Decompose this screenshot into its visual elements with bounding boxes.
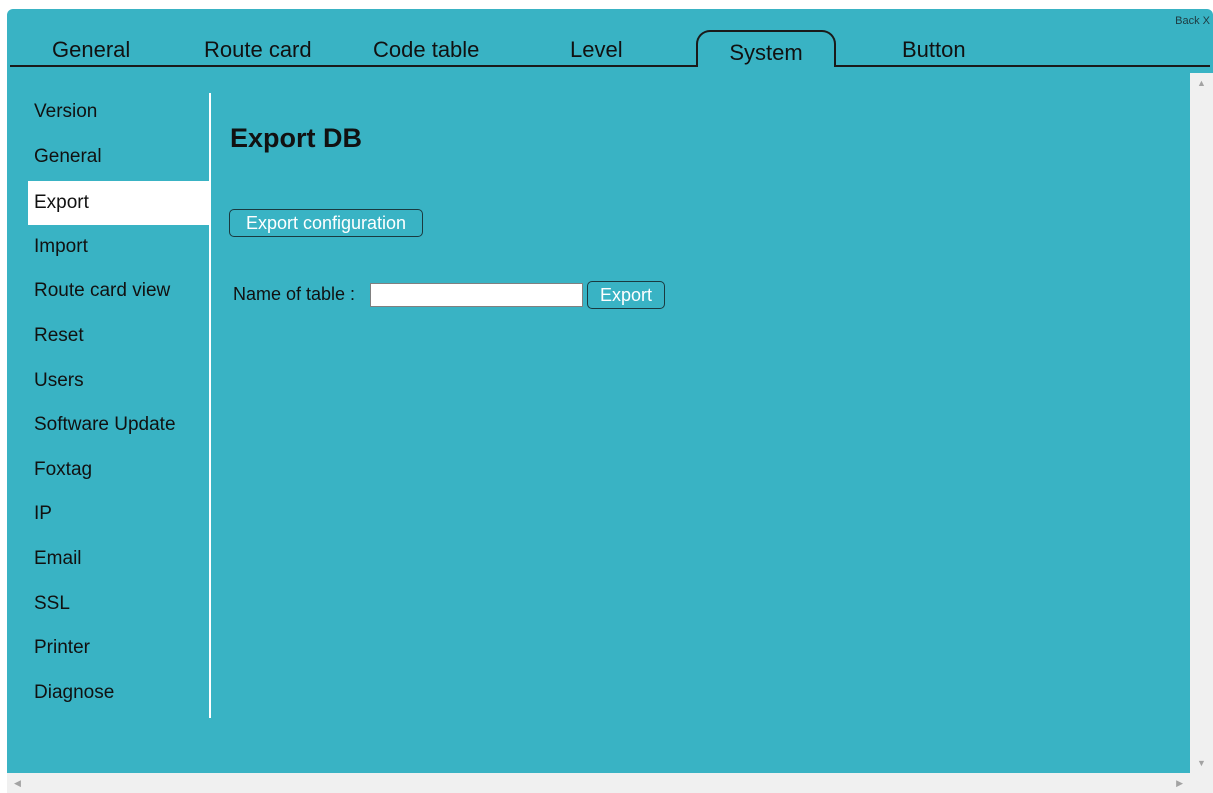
sidebar-divider xyxy=(209,93,211,718)
sidebar-item-printer[interactable]: Printer xyxy=(28,626,209,670)
triangle-up-icon[interactable]: ▲ xyxy=(1197,78,1206,88)
triangle-down-icon[interactable]: ▼ xyxy=(1197,758,1206,768)
tab-general[interactable]: General xyxy=(52,37,130,63)
sidebar-item-users[interactable]: Users xyxy=(28,359,209,403)
triangle-left-icon[interactable]: ◀ xyxy=(14,778,21,789)
sidebar-item-general[interactable]: General xyxy=(28,135,209,179)
horizontal-scrollbar[interactable]: ◀ ▶ xyxy=(7,773,1213,793)
settings-window: Back X General Route card Code table Lev… xyxy=(7,9,1213,793)
table-name-input[interactable] xyxy=(370,283,583,307)
sidebar-item-foxtag[interactable]: Foxtag xyxy=(28,448,209,492)
export-configuration-button[interactable]: Export configuration xyxy=(229,209,423,237)
sidebar-item-ssl[interactable]: SSL xyxy=(28,582,209,626)
page-title: Export DB xyxy=(230,123,363,153)
export-button[interactable]: Export xyxy=(587,281,665,309)
sidebar-item-route-card-view[interactable]: Route card view xyxy=(28,269,209,313)
tab-level[interactable]: Level xyxy=(570,37,623,63)
tab-route-card[interactable]: Route card xyxy=(204,37,312,63)
tab-code-table[interactable]: Code table xyxy=(373,37,479,63)
sidebar-item-diagnose[interactable]: Diagnose xyxy=(28,671,209,715)
sidebar-item-software-update[interactable]: Software Update xyxy=(28,403,209,447)
tab-button[interactable]: Button xyxy=(902,37,966,63)
sidebar-item-version[interactable]: Version xyxy=(28,90,209,134)
tab-system[interactable]: System xyxy=(696,30,836,67)
back-close-button[interactable]: Back X xyxy=(1175,15,1210,27)
sidebar-item-import[interactable]: Import xyxy=(28,225,209,269)
tab-bar: General Route card Code table Level Syst… xyxy=(7,9,1213,67)
sidebar-item-email[interactable]: Email xyxy=(28,537,209,581)
vertical-scrollbar[interactable]: ▲ ▼ xyxy=(1190,73,1213,773)
sidebar-item-ip[interactable]: IP xyxy=(28,492,209,536)
sidebar-item-export[interactable]: Export xyxy=(28,181,209,225)
tab-underline xyxy=(10,65,1210,67)
table-name-label: Name of table : xyxy=(233,284,356,304)
triangle-right-icon[interactable]: ▶ xyxy=(1176,778,1183,789)
content-area: Version General Export Import Route card… xyxy=(7,73,1190,773)
sidebar-item-reset[interactable]: Reset xyxy=(28,314,209,358)
